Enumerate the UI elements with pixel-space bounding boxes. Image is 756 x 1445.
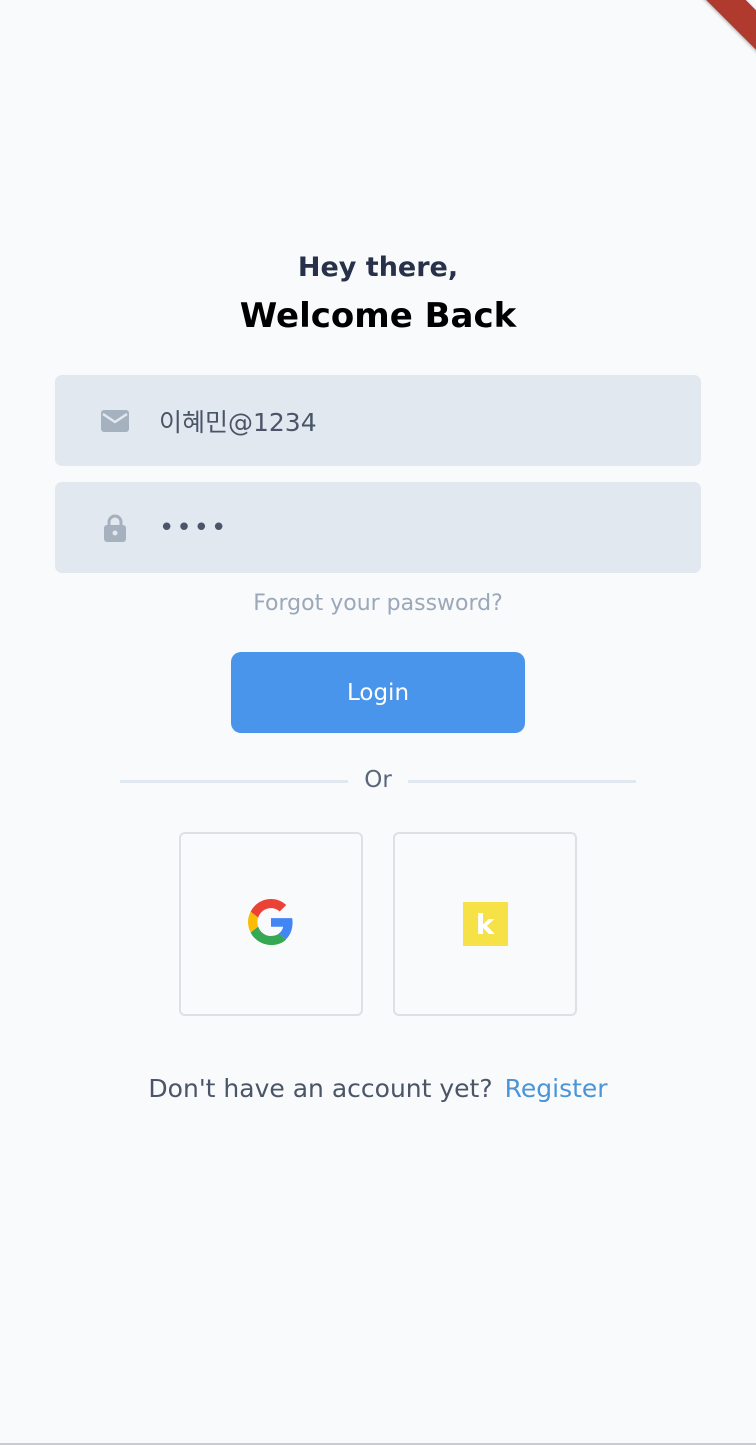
lock-icon xyxy=(100,513,130,543)
password-value[interactable]: •••• xyxy=(159,513,228,543)
register-link[interactable]: Register xyxy=(505,1074,608,1103)
divider-line-left xyxy=(120,780,348,783)
kakao-login-button[interactable]: k xyxy=(393,832,577,1016)
google-icon xyxy=(248,899,294,949)
greeting-subtitle: Hey there, xyxy=(297,252,459,283)
login-button[interactable]: Login xyxy=(231,652,525,733)
mail-icon xyxy=(100,406,130,436)
email-field[interactable]: 이혜민@1234 xyxy=(55,375,701,466)
forgot-password-link[interactable]: Forgot your password? xyxy=(0,591,756,616)
register-prompt: Don't have an account yet? Register xyxy=(0,1074,756,1103)
kakao-letter: k xyxy=(475,907,495,941)
kakao-icon: k xyxy=(462,902,508,946)
divider-line-right xyxy=(408,780,636,783)
divider-label: Or xyxy=(364,767,392,793)
debug-banner xyxy=(696,0,756,60)
google-login-button[interactable] xyxy=(179,832,363,1016)
register-question: Don't have an account yet? xyxy=(148,1074,493,1103)
page-title: Welcome Back xyxy=(239,296,517,336)
password-field[interactable]: •••• xyxy=(55,482,701,573)
email-value[interactable]: 이혜민@1234 xyxy=(159,403,317,439)
